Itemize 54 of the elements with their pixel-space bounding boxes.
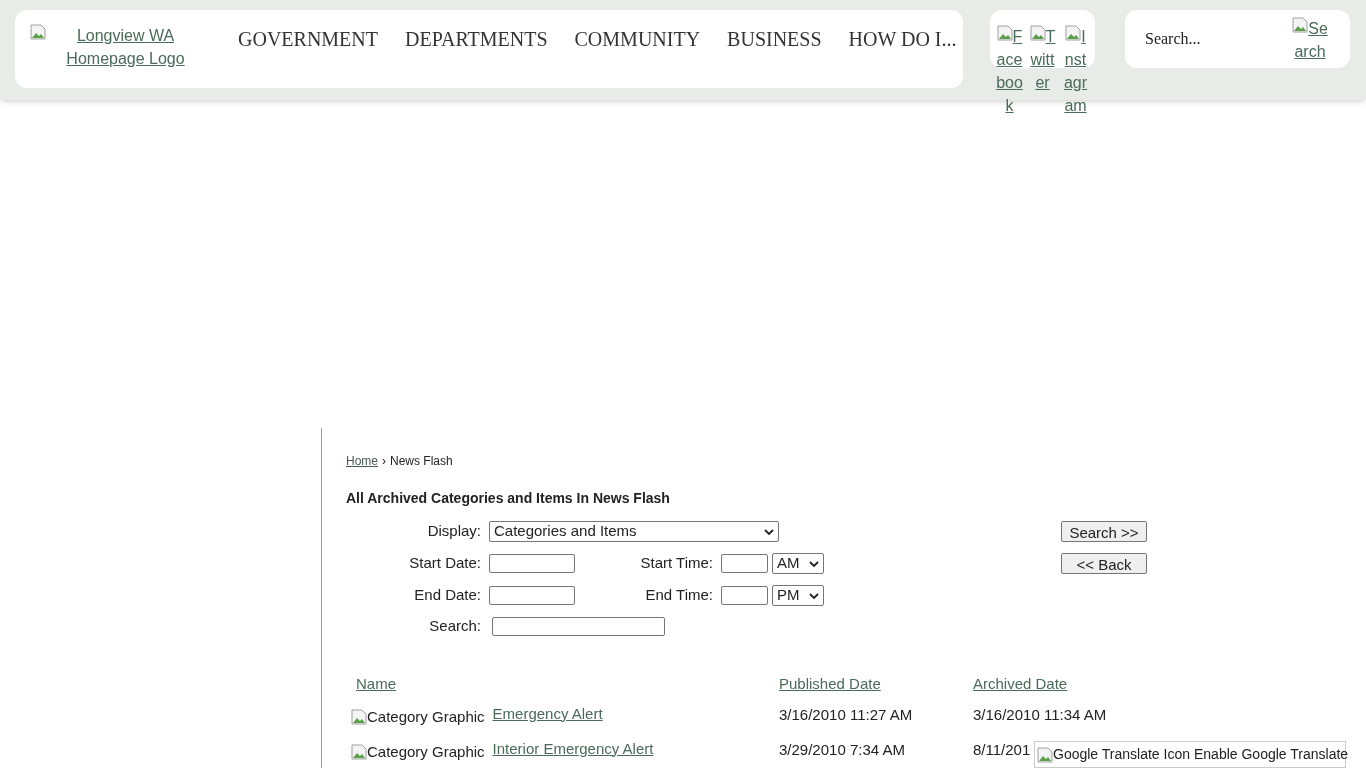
archived-date: 8/11/201: [973, 740, 1031, 758]
social-link[interactable]: Instagram: [1062, 25, 1089, 117]
nav-link[interactable]: HOW DO I...: [848, 24, 957, 54]
nav-link[interactable]: COMMUNITY: [574, 24, 701, 54]
end-time-field[interactable]: [721, 586, 768, 605]
column-header-link[interactable]: Published Date: [779, 675, 881, 692]
nav-link[interactable]: GOVERNMENT: [238, 24, 378, 54]
category-graphic-alt: Category Graphic: [351, 740, 485, 763]
search-button[interactable]: Search >>: [1061, 521, 1147, 542]
published-date: 3/16/2010 11:27 AM: [779, 705, 913, 723]
field-label: End Date:: [413, 585, 481, 606]
social-link[interactable]: Twitter: [1029, 25, 1056, 94]
field-label: Start Time:: [639, 553, 713, 574]
broken-image-icon: [1065, 25, 1082, 41]
column-header-link[interactable]: Name: [356, 675, 396, 692]
breadcrumb-separator: ›: [382, 453, 386, 470]
logo-link[interactable]: Longview WA Homepage Logo: [15, 24, 205, 70]
search-field[interactable]: [492, 617, 665, 636]
field-label: Display:: [426, 521, 481, 542]
google-translate-button[interactable]: Google Translate Icon Enable Google Translate: [1034, 741, 1346, 768]
broken-image-icon: [351, 743, 367, 760]
chevron-down-icon: [809, 559, 819, 568]
broken-image-icon: [996, 25, 1013, 41]
archived-date: 3/16/2010 11:34 AM: [973, 705, 1107, 723]
broken-image-icon: [351, 708, 367, 725]
breadcrumb-link[interactable]: Home: [346, 452, 378, 470]
published-date: 3/29/2010 7:34 AM: [779, 740, 905, 758]
broken-image-icon: [1292, 17, 1309, 33]
social-link[interactable]: Facebook: [996, 25, 1023, 117]
nav-link[interactable]: DEPARTMENTS: [405, 24, 548, 54]
ampm-select[interactable]: PM: [772, 585, 824, 606]
column-header-link[interactable]: Archived Date: [973, 675, 1068, 692]
search-box[interactable]: Search... Search: [1125, 10, 1350, 68]
start-time-field[interactable]: [721, 554, 768, 573]
item-link[interactable]: Interior Emergency Alert: [492, 737, 654, 760]
breadcrumb-current: News Flash: [390, 453, 453, 470]
broken-image-icon: [30, 24, 46, 40]
back-button[interactable]: << Back: [1061, 553, 1147, 574]
field-label: Search:: [428, 616, 481, 637]
display-select[interactable]: Categories and Items: [489, 521, 779, 542]
nav-link[interactable]: BUSINESS: [727, 24, 822, 54]
chevron-down-icon: [764, 527, 774, 536]
search-link[interactable]: Search: [1290, 17, 1330, 63]
start-date-field[interactable]: [489, 554, 575, 573]
end-date-field[interactable]: [489, 586, 575, 605]
field-label: Start Date:: [408, 553, 481, 574]
page-title: All Archived Categories and Items In News Flash: [346, 489, 671, 508]
item-link[interactable]: Emergency Alert: [492, 702, 603, 725]
broken-image-icon: [1037, 746, 1053, 763]
field-label: End Time:: [644, 585, 713, 606]
ampm-select[interactable]: AM: [772, 553, 824, 574]
category-graphic-alt: Category Graphic: [351, 705, 485, 728]
chevron-down-icon: [809, 591, 819, 600]
broken-image-icon: [1029, 25, 1046, 41]
